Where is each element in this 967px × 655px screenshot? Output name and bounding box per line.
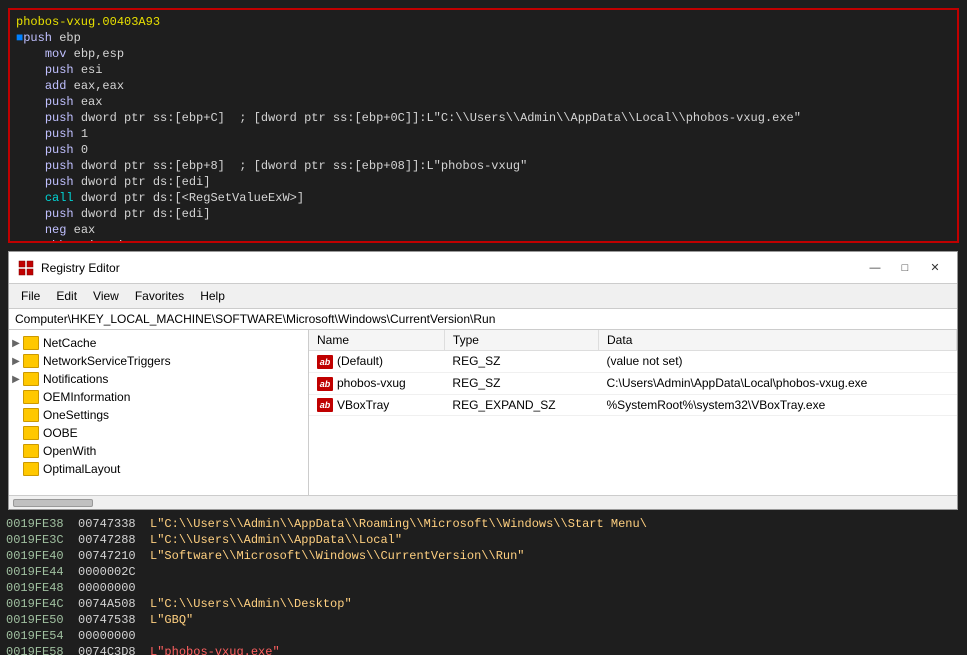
disasm-line[interactable]: push 1 xyxy=(16,126,951,142)
reg-name: abVBoxTray xyxy=(309,394,444,416)
tree-item-label: NetCache xyxy=(43,336,96,350)
scrollbar-thumb[interactable] xyxy=(13,499,93,507)
folder-icon xyxy=(23,390,39,404)
regedit-menubar: File Edit View Favorites Help xyxy=(9,284,957,309)
maximize-button[interactable]: □ xyxy=(891,258,919,278)
menu-favorites[interactable]: Favorites xyxy=(127,286,192,306)
regedit-content[interactable]: Name Type Data ab(Default) REG_SZ (value… xyxy=(309,330,957,495)
col-data: Data xyxy=(599,330,957,351)
reg-name: abphobos-vxug xyxy=(309,372,444,394)
tree-item-oobe[interactable]: ▶ OOBE xyxy=(9,424,308,442)
tree-arrow: ▶ xyxy=(9,410,23,421)
regedit-tree[interactable]: ▶ NetCache ▶ NetworkServiceTriggers ▶ No… xyxy=(9,330,309,495)
disasm-line[interactable]: mov ebp,esp xyxy=(16,46,951,62)
folder-icon xyxy=(23,354,39,368)
reg-type: REG_EXPAND_SZ xyxy=(444,394,598,416)
reg-icon: ab xyxy=(317,398,333,412)
hex-pane: 0019FE38 00747338 L"C:\\Users\\Admin\\Ap… xyxy=(0,512,967,655)
col-name: Name xyxy=(309,330,444,351)
disasm-line[interactable]: push 0 xyxy=(16,142,951,158)
folder-icon xyxy=(23,462,39,476)
disasm-line[interactable]: add eax,eax xyxy=(16,78,951,94)
disasm-line[interactable]: push eax xyxy=(16,94,951,110)
tree-item-label: OneSettings xyxy=(43,408,109,422)
disasm-addr-label: phobos-vxug.00403A93 xyxy=(16,14,951,30)
disasm-line[interactable]: push dword ptr ds:[edi] xyxy=(16,174,951,190)
disasm-line[interactable]: push dword ptr ds:[edi] xyxy=(16,206,951,222)
tree-arrow: ▶ xyxy=(9,392,23,403)
reg-type: REG_SZ xyxy=(444,372,598,394)
hex-line: 0019FE4C 0074A508 L"C:\\Users\\Admin\\De… xyxy=(6,596,961,612)
regedit-window: Registry Editor — □ ✕ File Edit View Fav… xyxy=(8,251,958,510)
menu-file[interactable]: File xyxy=(13,286,48,306)
hex-line: 0019FE54 00000000 xyxy=(6,628,961,644)
close-button[interactable]: ✕ xyxy=(921,258,949,278)
reg-name: ab(Default) xyxy=(309,351,444,373)
regedit-app-icon xyxy=(17,259,35,277)
registry-table: Name Type Data ab(Default) REG_SZ (value… xyxy=(309,330,957,416)
tree-item-openwith[interactable]: ▶ OpenWith xyxy=(9,442,308,460)
hex-line: 0019FE3C 00747288 L"C:\\Users\\Admin\\Ap… xyxy=(6,532,961,548)
tree-arrow: ▶ xyxy=(9,338,23,349)
tree-arrow: ▶ xyxy=(9,356,23,367)
reg-data: %SystemRoot%\system32\VBoxTray.exe xyxy=(599,394,957,416)
tree-item-nst[interactable]: ▶ NetworkServiceTriggers xyxy=(9,352,308,370)
hex-line: 0019FE58 0074C3D8 L"phobos-vxug.exe" xyxy=(6,644,961,655)
table-row[interactable]: abVBoxTray REG_EXPAND_SZ %SystemRoot%\sy… xyxy=(309,394,957,416)
disasm-line[interactable]: push esi xyxy=(16,62,951,78)
disasm-line[interactable]: push dword ptr ss:[ebp+C] ; [dword ptr s… xyxy=(16,110,951,126)
regedit-addressbar[interactable]: Computer\HKEY_LOCAL_MACHINE\SOFTWARE\Mic… xyxy=(9,309,957,330)
tree-item-label: OOBE xyxy=(43,426,78,440)
disasm-line[interactable]: neg eax xyxy=(16,222,951,238)
tree-item-oem[interactable]: ▶ OEMInformation xyxy=(9,388,308,406)
tree-item-label: OptimalLayout xyxy=(43,462,120,476)
hex-line: 0019FE48 00000000 xyxy=(6,580,961,596)
tree-item-netcache[interactable]: ▶ NetCache xyxy=(9,334,308,352)
hex-line: 0019FE44 0000002C xyxy=(6,564,961,580)
tree-item-label: NetworkServiceTriggers xyxy=(43,354,171,368)
reg-data: (value not set) xyxy=(599,351,957,373)
tree-arrow: ▶ xyxy=(9,464,23,475)
regedit-body: ▶ NetCache ▶ NetworkServiceTriggers ▶ No… xyxy=(9,330,957,495)
folder-icon xyxy=(23,372,39,386)
window-controls: — □ ✕ xyxy=(861,258,949,278)
folder-icon xyxy=(23,408,39,422)
tree-arrow: ▶ xyxy=(9,428,23,439)
tree-item-label: Notifications xyxy=(43,372,108,386)
tree-arrow: ▶ xyxy=(9,374,23,385)
tree-item-optimallayout[interactable]: ▶ OptimalLayout xyxy=(9,460,308,478)
reg-type: REG_SZ xyxy=(444,351,598,373)
disasm-line[interactable]: sbb esi,esi xyxy=(16,238,951,243)
menu-help[interactable]: Help xyxy=(192,286,233,306)
tree-item-notifications[interactable]: ▶ Notifications xyxy=(9,370,308,388)
reg-icon: ab xyxy=(317,377,333,391)
hex-line: 0019FE38 00747338 L"C:\\Users\\Admin\\Ap… xyxy=(6,516,961,532)
reg-data: C:\Users\Admin\AppData\Local\phobos-vxug… xyxy=(599,372,957,394)
folder-icon xyxy=(23,336,39,350)
address-text: Computer\HKEY_LOCAL_MACHINE\SOFTWARE\Mic… xyxy=(15,312,495,326)
disasm-line[interactable]: call dword ptr ds:[<RegSetValueExW>] xyxy=(16,190,951,206)
table-row[interactable]: ab(Default) REG_SZ (value not set) xyxy=(309,351,957,373)
menu-view[interactable]: View xyxy=(85,286,127,306)
disasm-pane: phobos-vxug.00403A93 ■push ebp mov ebp,e… xyxy=(8,8,959,243)
regedit-scrollbar-h[interactable] xyxy=(9,495,957,509)
tree-arrow: ▶ xyxy=(9,446,23,457)
hex-line: 0019FE50 00747538 L"GBQ" xyxy=(6,612,961,628)
hex-line: 0019FE40 00747210 L"Software\\Microsoft\… xyxy=(6,548,961,564)
disasm-line[interactable]: ■push ebp xyxy=(16,30,951,46)
table-row[interactable]: abphobos-vxug REG_SZ C:\Users\Admin\AppD… xyxy=(309,372,957,394)
disasm-line[interactable]: push dword ptr ss:[ebp+8] ; [dword ptr s… xyxy=(16,158,951,174)
folder-icon xyxy=(23,426,39,440)
tree-item-onesettings[interactable]: ▶ OneSettings xyxy=(9,406,308,424)
tree-item-label: OEMInformation xyxy=(43,390,130,404)
reg-icon: ab xyxy=(317,355,333,369)
tree-item-label: OpenWith xyxy=(43,444,96,458)
regedit-titlebar: Registry Editor — □ ✕ xyxy=(9,252,957,284)
folder-icon xyxy=(23,444,39,458)
col-type: Type xyxy=(444,330,598,351)
menu-edit[interactable]: Edit xyxy=(48,286,85,306)
regedit-title: Registry Editor xyxy=(41,261,861,275)
minimize-button[interactable]: — xyxy=(861,258,889,278)
